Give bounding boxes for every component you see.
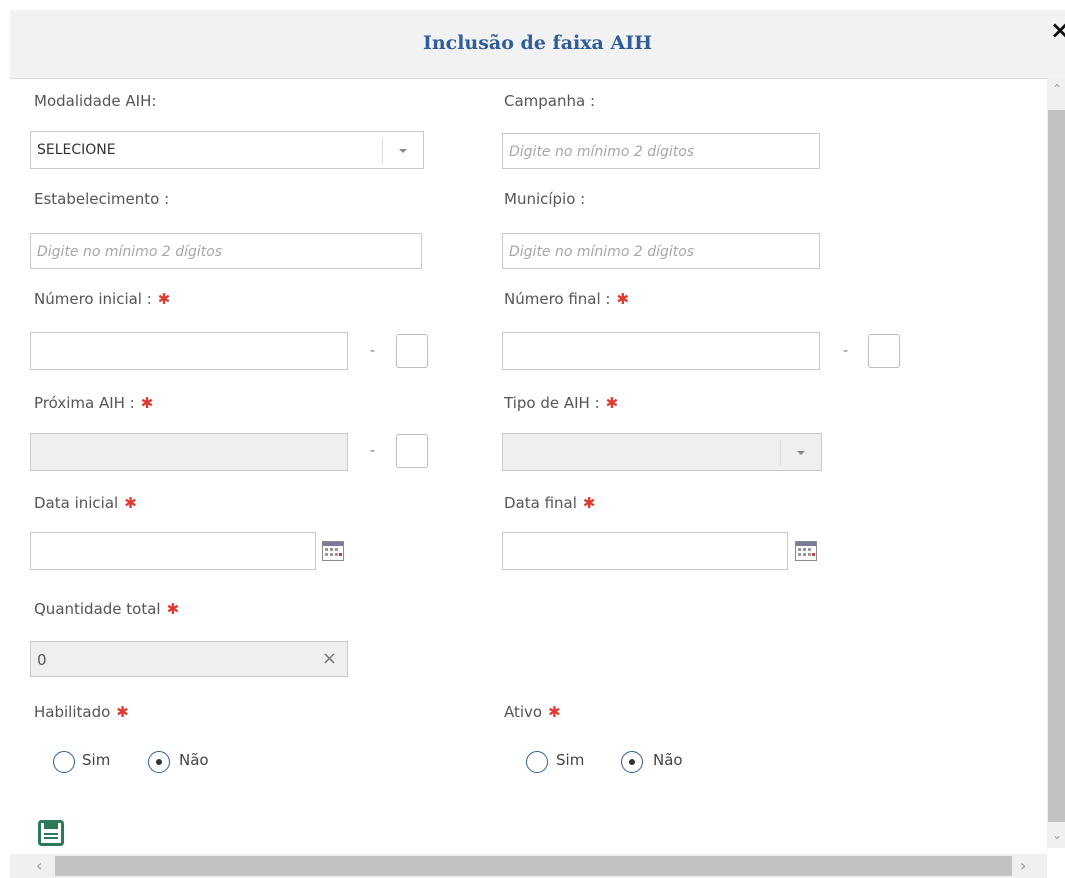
proxima-aih-check-digit: [396, 434, 428, 468]
check-digit-separator: -: [370, 443, 376, 459]
numero-inicial-input[interactable]: [30, 332, 348, 370]
numero-inicial-check-digit[interactable]: [396, 334, 428, 368]
required-icon: ✱: [582, 494, 596, 512]
inclusao-faixa-dialog: Inclusão de faixa AIH × Modalidade AIH: …: [0, 0, 1065, 878]
numero-final-check-digit[interactable]: [868, 334, 900, 368]
scroll-left-icon[interactable]: ‹: [36, 856, 42, 875]
scroll-right-icon[interactable]: ›: [1020, 856, 1026, 875]
habilitado-label: Habilitado ✱: [34, 703, 129, 721]
ativo-sim-radio[interactable]: [526, 751, 548, 773]
required-icon: ✱: [605, 394, 619, 412]
horizontal-scrollbar-thumb[interactable]: [55, 856, 1012, 876]
numero-final-label: Número final : ✱: [504, 290, 629, 308]
proxima-aih-input: [30, 433, 348, 471]
check-digit-separator: -: [843, 343, 849, 359]
tipo-aih-label: Tipo de AIH : ✱: [504, 394, 618, 412]
campanha-placeholder: Digite no mínimo 2 dígitos: [509, 144, 695, 160]
data-final-label-text: Data final: [504, 494, 577, 512]
modalidade-label: Modalidade AIH:: [34, 92, 157, 110]
numero-inicial-label: Número inicial : ✱: [34, 290, 170, 308]
data-final-input[interactable]: [502, 532, 788, 570]
habilitado-nao-label: Não: [179, 751, 209, 769]
scroll-down-icon[interactable]: ⌄: [1052, 828, 1062, 842]
calendar-icon[interactable]: [795, 541, 817, 561]
municipio-label: Município :: [504, 190, 586, 208]
scroll-up-icon[interactable]: ⌃: [1052, 82, 1062, 96]
required-icon: ✱: [548, 703, 561, 721]
campanha-input[interactable]: Digite no mínimo 2 dígitos: [502, 133, 820, 169]
proxima-aih-label: Próxima AIH : ✱: [34, 394, 153, 412]
tipo-aih-label-text: Tipo de AIH :: [504, 394, 600, 412]
data-final-label: Data final ✱: [504, 494, 595, 512]
vertical-scrollbar-thumb[interactable]: [1048, 110, 1065, 822]
save-icon[interactable]: [38, 820, 64, 846]
habilitado-nao-radio[interactable]: [148, 751, 170, 773]
estabelecimento-placeholder: Digite no mínimo 2 dígitos: [37, 244, 223, 260]
campanha-label: Campanha :: [504, 92, 596, 110]
quantidade-label: Quantidade total ✱: [34, 600, 179, 618]
numero-final-input[interactable]: [502, 332, 820, 370]
required-icon: ✱: [124, 494, 137, 512]
municipio-input[interactable]: Digite no mínimo 2 dígitos: [502, 233, 820, 269]
ativo-nao-label: Não: [653, 751, 683, 769]
modalidade-select[interactable]: SELECIONE: [30, 131, 424, 169]
required-icon: ✱: [616, 290, 630, 308]
data-inicial-label: Data inicial ✱: [34, 494, 137, 512]
habilitado-label-text: Habilitado: [34, 703, 111, 721]
dialog-titlebar: Inclusão de faixa AIH: [10, 10, 1065, 79]
chevron-down-icon[interactable]: [780, 440, 821, 466]
check-digit-separator: -: [370, 343, 376, 359]
numero-final-label-text: Número final :: [504, 290, 611, 308]
ativo-nao-radio[interactable]: [621, 751, 643, 773]
habilitado-sim-radio[interactable]: [53, 751, 75, 773]
quantidade-label-text: Quantidade total: [34, 600, 161, 618]
proxima-aih-label-text: Próxima AIH :: [34, 394, 135, 412]
clear-icon[interactable]: ×: [322, 648, 337, 669]
quantidade-input: 0 ×: [30, 641, 348, 677]
data-inicial-label-text: Data inicial: [34, 494, 119, 512]
calendar-icon[interactable]: [322, 541, 344, 561]
close-icon[interactable]: ×: [1050, 18, 1065, 42]
required-icon: ✱: [157, 290, 171, 308]
required-icon: ✱: [140, 394, 154, 412]
data-inicial-input[interactable]: [30, 532, 316, 570]
chevron-down-icon[interactable]: [382, 138, 423, 164]
required-icon: ✱: [166, 600, 180, 618]
quantidade-value: 0: [37, 651, 47, 669]
estabelecimento-input[interactable]: Digite no mínimo 2 dígitos: [30, 233, 422, 269]
municipio-placeholder: Digite no mínimo 2 dígitos: [509, 244, 695, 260]
habilitado-sim-label: Sim: [82, 751, 111, 769]
required-icon: ✱: [116, 703, 129, 721]
ativo-label: Ativo ✱: [504, 703, 561, 721]
tipo-aih-select[interactable]: [502, 433, 822, 471]
ativo-sim-label: Sim: [556, 751, 585, 769]
numero-inicial-label-text: Número inicial :: [34, 290, 152, 308]
estabelecimento-label: Estabelecimento :: [34, 190, 170, 208]
ativo-label-text: Ativo: [504, 703, 543, 721]
modalidade-select-value: SELECIONE: [37, 142, 116, 158]
dialog-title: Inclusão de faixa AIH: [422, 32, 653, 54]
